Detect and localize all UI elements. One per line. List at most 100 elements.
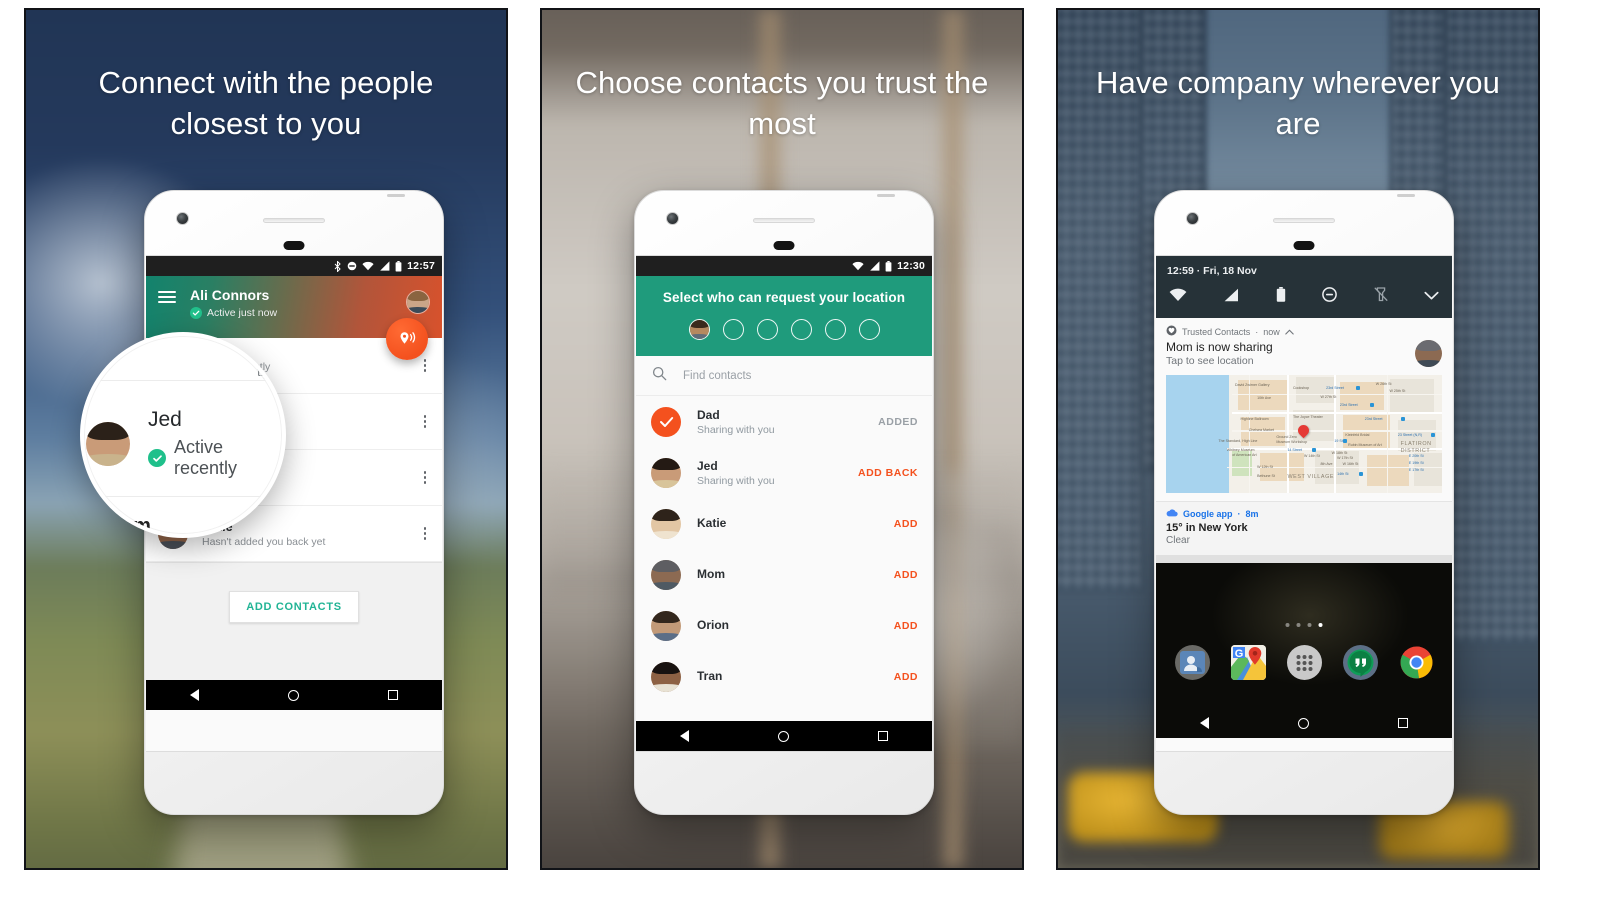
phone-mockup-2: 12:30 Select who can request your locati…: [634, 190, 934, 815]
status-bar-1: 12:57: [146, 256, 442, 276]
contact-action-button[interactable]: ADD: [894, 620, 918, 632]
table-row[interactable]: Katie ADD: [636, 498, 932, 549]
selected-slots: [648, 319, 920, 340]
table-row[interactable]: Jed Sharing with you ADD BACK: [636, 447, 932, 498]
front-camera-icon: [1186, 212, 1199, 225]
active-check-icon: [190, 307, 202, 319]
overflow-menu-icon[interactable]: [418, 471, 432, 484]
chrome-icon[interactable]: [1399, 645, 1434, 680]
notification-app-name: Trusted Contacts: [1182, 326, 1251, 337]
notification-subtitle: Tap to see location: [1166, 355, 1254, 367]
hangouts-icon[interactable]: [1342, 645, 1378, 680]
chevron-up-icon[interactable]: [1284, 327, 1294, 337]
add-contacts-button[interactable]: ADD CONTACTS: [229, 591, 359, 623]
contact-action-button[interactable]: ADD: [894, 671, 918, 683]
overflow-menu-icon[interactable]: [418, 415, 432, 428]
hudson-river: [1166, 375, 1230, 493]
signal-icon: [869, 261, 880, 271]
contact-name: Tran: [697, 668, 723, 683]
selected-slot-empty[interactable]: [722, 319, 744, 340]
shade-divider: [1156, 556, 1452, 563]
home-icon[interactable]: [287, 689, 299, 701]
selected-slot-filled[interactable]: [688, 319, 710, 340]
home-icon[interactable]: [1297, 717, 1309, 729]
dnd-icon[interactable]: [1322, 287, 1338, 307]
notification-time: 8m: [1245, 509, 1259, 519]
contact-action-button[interactable]: ADD: [894, 569, 918, 581]
promo-panel-2: Choose contacts you trust the most 12:30…: [540, 8, 1024, 870]
google-app-notification[interactable]: Google app · 8m 15° in New York Clear: [1156, 502, 1452, 556]
search-icon: [652, 366, 667, 386]
contact-list-2: Dad Sharing with you ADDED Jed Sharing w…: [636, 396, 932, 702]
chevron-down-icon[interactable]: [1424, 288, 1439, 306]
avatar[interactable]: [406, 290, 430, 314]
android-nav-bar-1: [146, 680, 442, 710]
table-row[interactable]: Dad Sharing with you ADDED: [636, 396, 932, 447]
earpiece-speaker: [753, 218, 815, 223]
phone-mockup-3: 12:59 · Fri, 18 Nov Trusted Contacts · n…: [1154, 190, 1454, 815]
wifi-icon[interactable]: [1169, 288, 1187, 307]
signal-icon: [379, 261, 390, 271]
location-map-preview[interactable]: David Zwirner Gallery Cookshop 23rd Stre…: [1166, 375, 1442, 493]
selected-slot-empty[interactable]: [858, 319, 880, 340]
all-apps-icon[interactable]: [1286, 645, 1322, 680]
recents-icon[interactable]: [877, 731, 888, 741]
quick-settings-shade: 12:59 · Fri, 18 Nov: [1156, 256, 1452, 318]
panel-1-headline: Connect with the people closest to you: [98, 65, 434, 141]
avatar: [651, 508, 681, 539]
promo-panel-1: Connect with the people closest to you 1…: [24, 8, 508, 870]
magnified-ghost-text-top: tly: [257, 364, 270, 379]
selected-slot-empty[interactable]: [790, 319, 812, 340]
back-icon[interactable]: [680, 730, 690, 742]
svg-text:G: G: [1234, 648, 1243, 660]
contact-name: Mom: [697, 566, 725, 581]
flashlight-off-icon[interactable]: [1374, 287, 1388, 307]
overflow-menu-icon[interactable]: [418, 359, 432, 372]
status-bar-2: 12:30: [636, 256, 932, 276]
table-row[interactable]: Orion ADD: [636, 600, 932, 651]
google-cloud-icon: [1166, 509, 1178, 519]
search-input[interactable]: Find contacts: [683, 370, 751, 382]
add-contacts-area: ADD CONTACTS: [146, 562, 442, 680]
proximity-sensor: [773, 241, 795, 250]
location-share-fab[interactable]: [386, 318, 428, 360]
contact-sub: Sharing with you: [697, 474, 775, 487]
avatar: [651, 559, 681, 590]
overflow-menu-icon[interactable]: [418, 527, 432, 540]
current-user-status: Active just now: [190, 307, 277, 319]
status-bar-clock: 12:57: [407, 260, 435, 272]
selected-slot-empty[interactable]: [824, 319, 846, 340]
back-icon[interactable]: [1200, 717, 1210, 729]
battery-icon[interactable]: [1276, 287, 1286, 307]
avatar: [86, 421, 130, 466]
recents-icon[interactable]: [387, 690, 398, 700]
home-icon[interactable]: [777, 730, 789, 742]
status-text: Active just now: [207, 307, 278, 319]
weather-condition: Clear: [1166, 535, 1190, 546]
signal-icon[interactable]: [1223, 288, 1239, 307]
table-row[interactable]: Mom ADD: [636, 549, 932, 600]
magnified-contact-status: Active recently: [148, 437, 282, 479]
avatar: [651, 661, 681, 692]
contact-name: Jed: [697, 458, 718, 473]
hamburger-icon[interactable]: [158, 291, 176, 303]
selected-slot-empty[interactable]: [756, 319, 778, 340]
phone-3-screen: 12:59 · Fri, 18 Nov Trusted Contacts · n…: [1156, 255, 1452, 752]
notification-separator: ·: [1237, 509, 1241, 519]
shade-clock: 12:59 · Fri, 18 Nov: [1167, 265, 1257, 277]
contacts-icon[interactable]: [1174, 645, 1210, 680]
contact-action-button[interactable]: ADDED: [878, 416, 918, 428]
active-check-icon: [148, 449, 166, 467]
contact-action-button[interactable]: ADD: [894, 518, 918, 530]
battery-icon: [885, 260, 892, 272]
recents-icon[interactable]: [1397, 718, 1408, 728]
back-icon[interactable]: [190, 689, 200, 701]
maps-icon[interactable]: G: [1230, 645, 1266, 680]
find-contacts-search[interactable]: Find contacts: [636, 356, 932, 396]
notification-time: now: [1263, 326, 1280, 337]
table-row[interactable]: Tran ADD: [636, 651, 932, 702]
trusted-contacts-notification[interactable]: Trusted Contacts · now Mom is now sharin…: [1156, 318, 1452, 502]
phone-top-antenna: [877, 194, 895, 197]
proximity-sensor: [283, 241, 305, 250]
contact-action-button[interactable]: ADD BACK: [858, 467, 918, 479]
